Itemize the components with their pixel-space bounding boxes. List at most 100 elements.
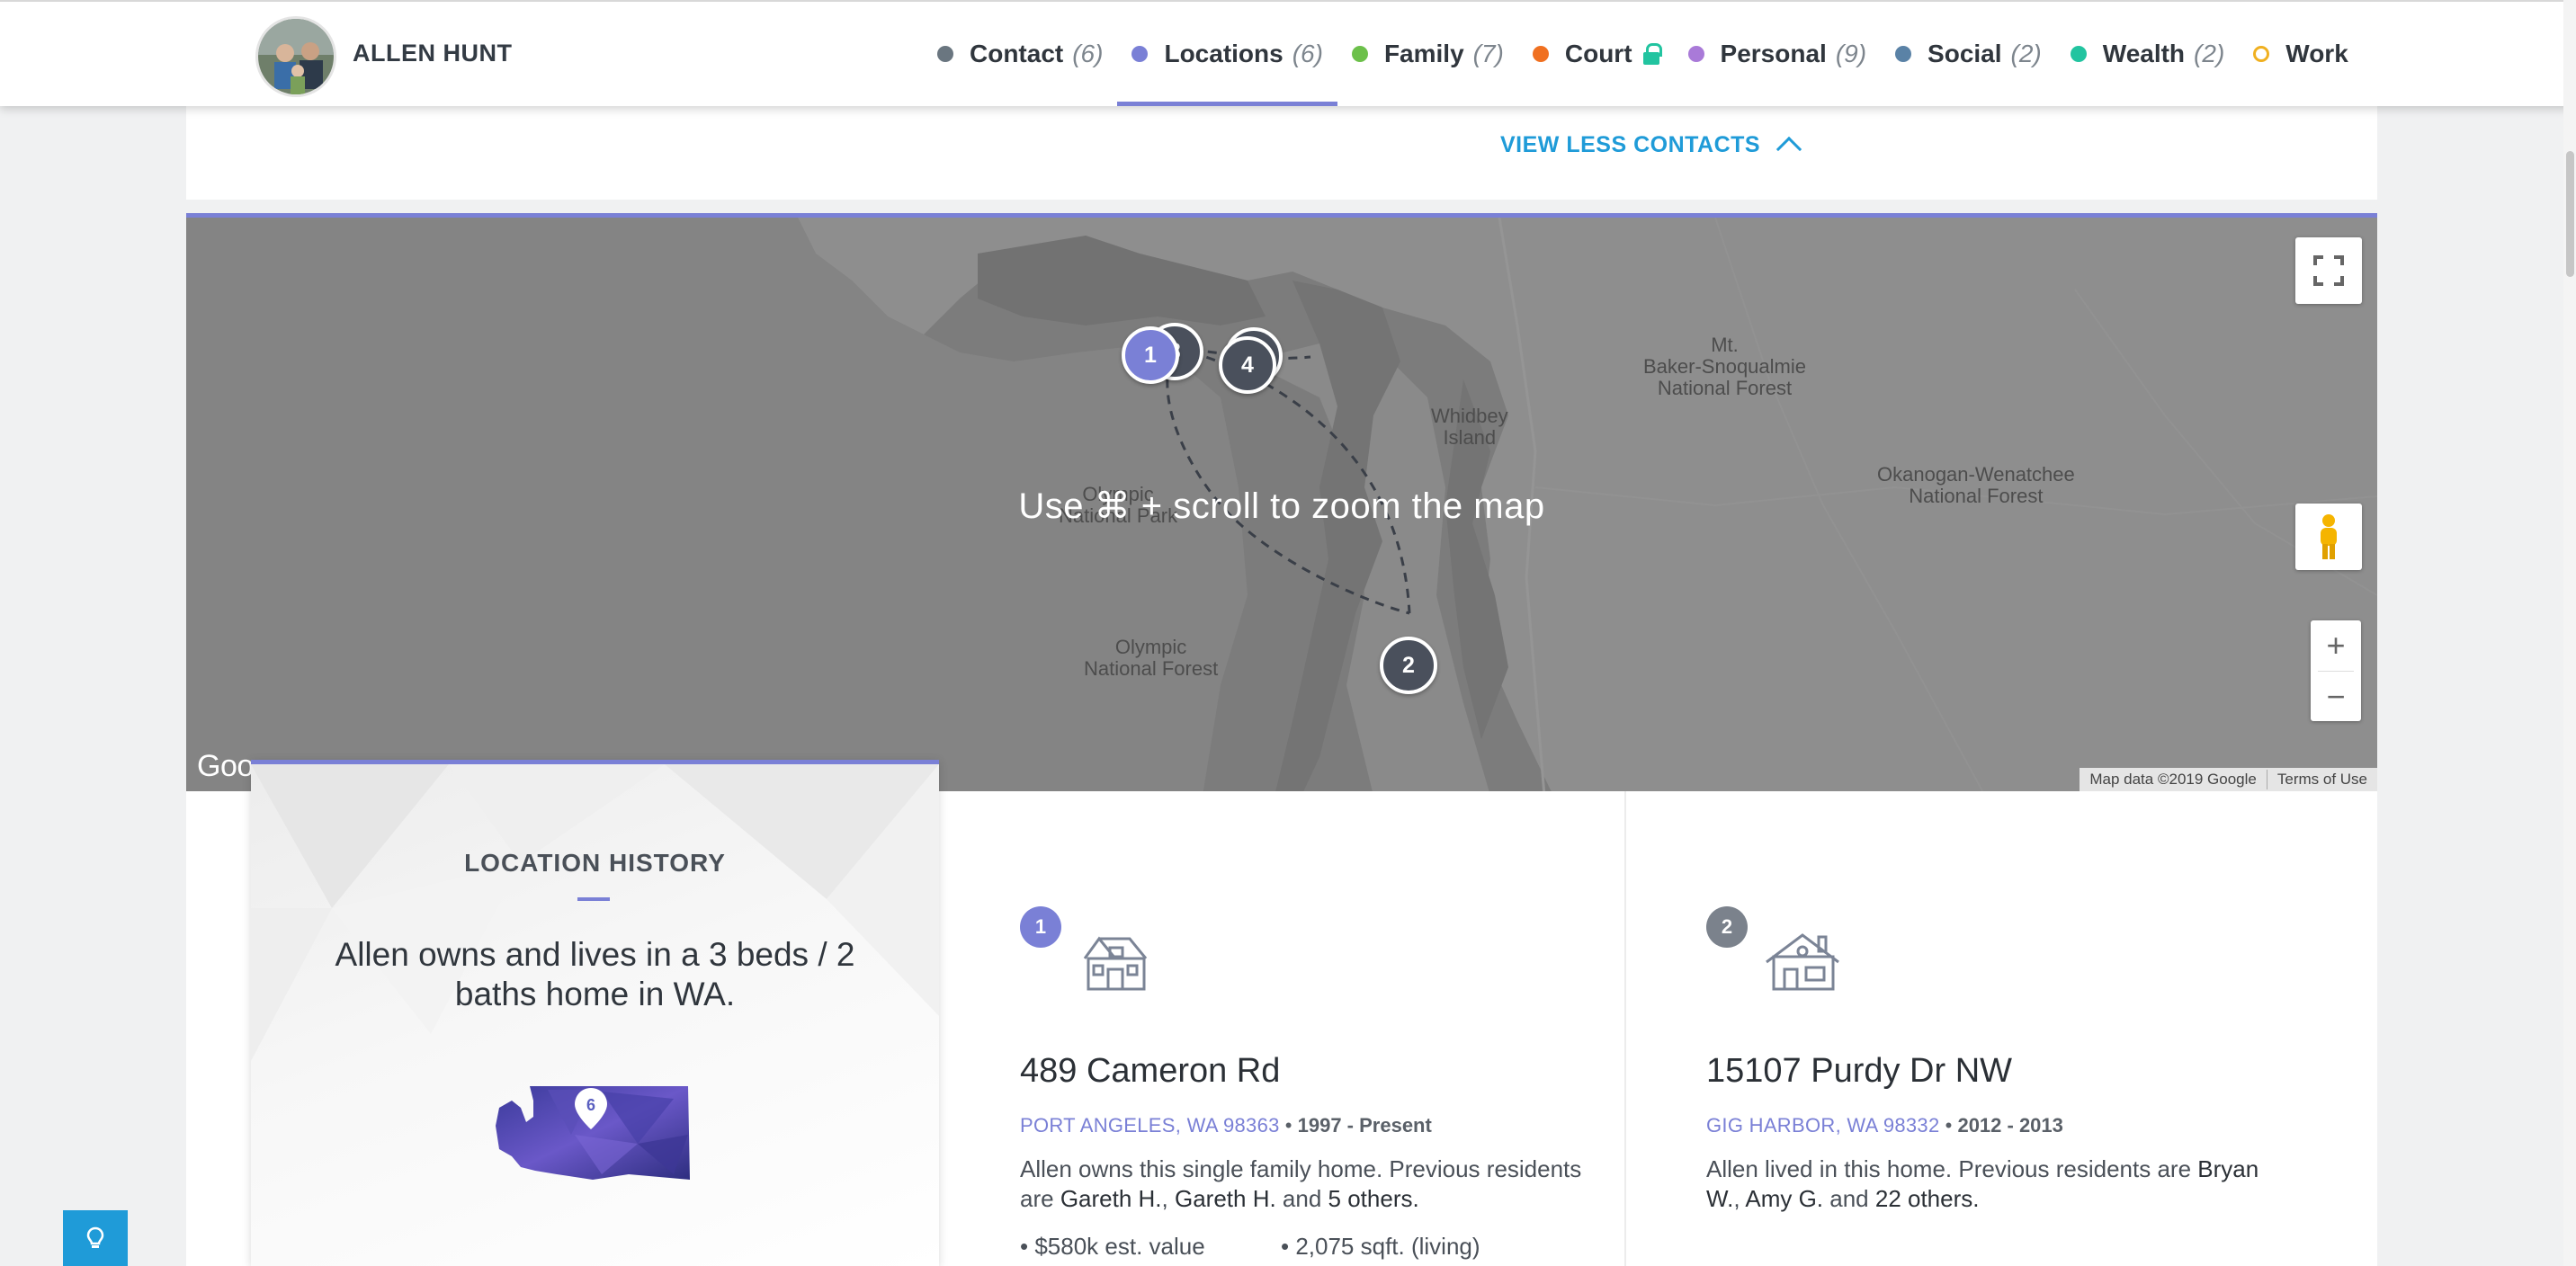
- tab-court[interactable]: Court: [1518, 2, 1674, 106]
- location-history-title: LOCATION HISTORY: [464, 849, 726, 877]
- location-map[interactable]: Mt. Baker-Snoqualmie National Forest Whi…: [186, 213, 2377, 791]
- house-icon: [1766, 933, 1839, 991]
- tab-count: (9): [1835, 40, 1867, 67]
- location-badge-1: 1: [1020, 906, 1061, 948]
- scrollbar-thumb[interactable]: [2566, 151, 2574, 277]
- tab-label: Court: [1564, 40, 1632, 67]
- tab-count: (7): [1472, 40, 1504, 67]
- personal-dot-icon: [1687, 46, 1704, 62]
- divider: [1624, 791, 1626, 1266]
- tab-label: Work: [2285, 40, 2348, 67]
- separator: and: [1275, 1185, 1328, 1212]
- map-marker-4[interactable]: 4: [1219, 336, 1276, 394]
- location-2-years: 2012 - 2013: [1957, 1114, 2063, 1137]
- pegman-icon: [2321, 514, 2337, 559]
- others-link[interactable]: 22 others.: [1875, 1185, 1980, 1212]
- map-label-text: Mt. Baker-Snoqualmie National Forest: [1643, 334, 1806, 399]
- location-history-card: LOCATION HISTORY Allen owns and lives in…: [251, 760, 939, 1266]
- chevron-up-icon: [1775, 136, 1802, 163]
- contact-dot-icon: [937, 46, 953, 62]
- avatar[interactable]: [255, 16, 336, 97]
- profile-name: ALLEN HUNT: [353, 40, 513, 67]
- lightbulb-icon: [86, 1226, 104, 1248]
- street-view-button[interactable]: [2295, 504, 2362, 570]
- terms-link[interactable]: Terms of Use: [2267, 771, 2377, 789]
- social-dot-icon: [1895, 46, 1912, 62]
- zoom-in-button[interactable]: +: [2311, 620, 2361, 671]
- tab-count: (2): [2010, 40, 2042, 67]
- tab-contact[interactable]: Contact (6): [923, 2, 1117, 106]
- resident-link[interactable]: Gareth H.: [1060, 1185, 1162, 1212]
- wealth-dot-icon: [2070, 46, 2087, 62]
- tab-label: Wealth: [2102, 40, 2186, 67]
- map-zoom-hint: Use ⌘ + scroll to zoom the map: [1018, 486, 1545, 526]
- tab-work[interactable]: Work: [2239, 2, 2363, 106]
- fact-value: • $580k est. value: [1020, 1233, 1205, 1260]
- tab-label: Family: [1383, 40, 1464, 67]
- page-scrollbar[interactable]: [2563, 0, 2576, 1266]
- work-dot-icon: [2253, 46, 2270, 62]
- top-nav-bar: ALLEN HUNT Contact (6) Locations (6) Fam…: [0, 0, 2576, 106]
- location-1-meta: PORT ANGELES, WA 98363 • 1997 - Present: [1020, 1114, 1432, 1137]
- tab-label: Social: [1928, 40, 2002, 67]
- separator: ,: [1161, 1185, 1175, 1212]
- location-2-city[interactable]: GIG HARBOR, WA 98332: [1706, 1114, 1940, 1137]
- location-1-years: 1997 - Present: [1297, 1114, 1432, 1137]
- others-link[interactable]: 5 others.: [1328, 1185, 1419, 1212]
- map-label-text: Olympic National Forest: [1084, 636, 1219, 680]
- lock-icon: [1642, 43, 1662, 65]
- location-2-meta: GIG HARBOR, WA 98332 • 2012 - 2013: [1706, 1114, 2063, 1137]
- map-label-text: Whidbey Island: [1431, 405, 1508, 449]
- tab-family[interactable]: Family (7): [1337, 2, 1518, 106]
- washington-state-icon: 6: [496, 1086, 690, 1180]
- tab-social[interactable]: Social (2): [1881, 2, 2056, 106]
- tab-count: (2): [2194, 40, 2225, 67]
- state-count: 6: [586, 1096, 595, 1114]
- description-text: Allen lived in this home. Previous resid…: [1706, 1155, 2198, 1182]
- view-less-label: VIEW LESS CONTACTS: [1500, 131, 1761, 157]
- background-pattern: [251, 764, 939, 1061]
- tab-wealth[interactable]: Wealth (2): [2056, 2, 2240, 106]
- resident-link[interactable]: Amy G.: [1745, 1185, 1823, 1212]
- tab-personal[interactable]: Personal (9): [1674, 2, 1882, 106]
- map-data-credit: Map data ©2019 Google: [2089, 771, 2257, 788]
- fact-sqft: • 2,075 sqft. (living): [1281, 1233, 1480, 1260]
- view-less-contacts-button[interactable]: VIEW LESS CONTACTS: [1500, 131, 1802, 163]
- fullscreen-icon: [2313, 255, 2344, 286]
- google-logo: Goo: [197, 749, 254, 783]
- location-1-city[interactable]: PORT ANGELES, WA 98363: [1020, 1114, 1280, 1137]
- bullet: •: [1945, 1114, 1958, 1137]
- zoom-out-button[interactable]: −: [2311, 672, 2361, 722]
- fact-text: 2,075 sqft. (living): [1295, 1233, 1480, 1260]
- tab-count: (6): [1072, 40, 1104, 67]
- map-zoom-controls: + −: [2311, 620, 2361, 721]
- section-tabs: Contact (6) Locations (6) Family (7) Cou…: [923, 2, 2363, 108]
- help-button[interactable]: [63, 1210, 128, 1266]
- location-1-address[interactable]: 489 Cameron Rd: [1020, 1052, 1280, 1091]
- location-1-facts: • $580k est. value • 2,075 sqft. (living…: [1020, 1233, 1480, 1261]
- location-history-summary: Allen owns and lives in a 3 beds / 2 bat…: [335, 936, 855, 1012]
- court-dot-icon: [1532, 46, 1549, 62]
- locations-dot-icon: [1131, 46, 1149, 62]
- tab-label: Personal: [1720, 40, 1827, 67]
- map-marker-1[interactable]: 1: [1122, 326, 1179, 384]
- house-icon: [1083, 936, 1148, 991]
- fullscreen-button[interactable]: [2295, 237, 2362, 304]
- map-marker-2[interactable]: 2: [1380, 637, 1437, 694]
- bullet: •: [1284, 1114, 1298, 1137]
- tab-locations[interactable]: Locations (6): [1117, 2, 1338, 106]
- location-badge-2: 2: [1706, 906, 1748, 948]
- divider: [577, 897, 610, 901]
- resident-link[interactable]: Gareth H.: [1175, 1185, 1276, 1212]
- tab-label: Contact: [970, 40, 1064, 67]
- tab-label: Locations: [1164, 40, 1284, 67]
- location-2-address[interactable]: 15107 Purdy Dr NW: [1706, 1052, 2012, 1091]
- map-attribution: Map data ©2019 Google Terms of Use: [2080, 768, 2377, 791]
- tab-count: (6): [1292, 40, 1323, 67]
- location-1-description: Allen owns this single family home. Prev…: [1020, 1155, 1596, 1214]
- family-dot-icon: [1351, 46, 1368, 62]
- map-label-olympic-forest: Olympic National Forest: [1084, 615, 1218, 680]
- location-2-description: Allen lived in this home. Previous resid…: [1706, 1155, 2282, 1214]
- separator: ,: [1733, 1185, 1746, 1212]
- separator: and: [1823, 1185, 1875, 1212]
